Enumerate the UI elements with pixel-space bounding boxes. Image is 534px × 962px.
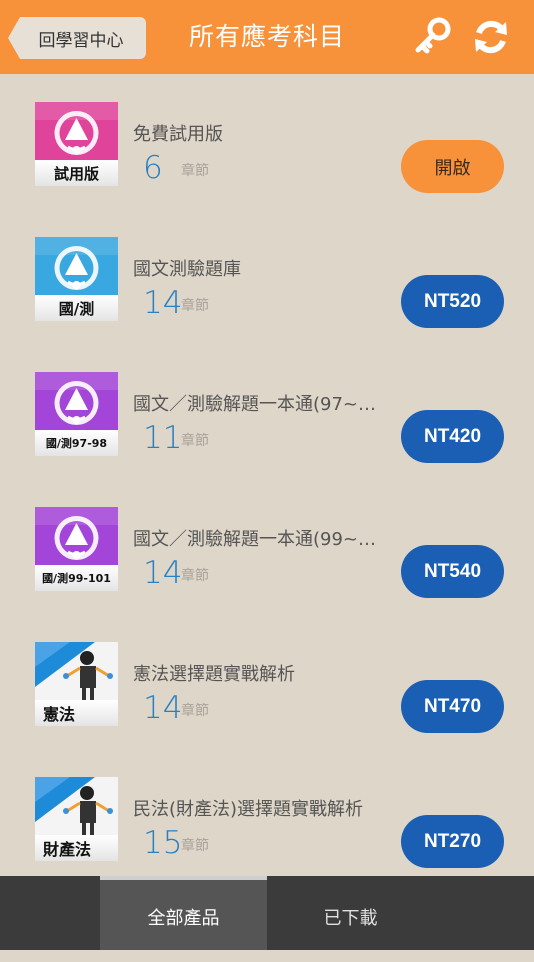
key-icon[interactable] — [412, 16, 454, 58]
product-row[interactable]: 財產法 民法(財產法)選擇題實戰解析 15 章節 NT270 — [0, 749, 534, 884]
refresh-icon[interactable] — [470, 16, 512, 58]
product-thumbnail: 試用版 — [35, 102, 118, 186]
lawyer-figure-icon — [35, 642, 118, 700]
chapter-count: 11 — [143, 420, 183, 456]
chapter-count: 14 — [143, 285, 183, 321]
product-thumbnail: 國/測97-98 — [35, 372, 118, 456]
back-to-learning-center-button[interactable]: 回學習中心 — [8, 17, 146, 59]
product-thumbnail: 財產法 — [35, 777, 118, 861]
product-row[interactable]: 國/測97-98 國文／測驗解題一本通(97~… 11 章節 NT420 — [0, 344, 534, 479]
chapter-count: 15 — [143, 825, 183, 861]
buy-price-button[interactable]: NT470 — [401, 680, 504, 733]
bell-icon — [35, 237, 118, 295]
top-bar: 回學習中心 所有應考科目 — [0, 0, 534, 74]
bell-icon — [35, 507, 118, 565]
page-title: 所有應考科目 — [188, 22, 345, 51]
product-row[interactable]: 國/測 國文測驗題庫 14 章節 NT520 — [0, 209, 534, 344]
product-name: 國文／測驗解題一本通(97~… — [133, 394, 377, 415]
thumbnail-label: 試用版 — [35, 160, 118, 186]
thumbnail-label: 國/測 — [35, 295, 118, 321]
thumbnail-label: 國/測99-101 — [35, 565, 118, 591]
product-row[interactable]: 憲法 憲法選擇題實戰解析 14 章節 NT470 — [0, 614, 534, 749]
thumbnail-label: 憲法 — [35, 700, 118, 726]
open-button[interactable]: 開啟 — [401, 140, 504, 193]
chapter-unit-label: 章節 — [181, 838, 209, 854]
chapter-unit-label: 章節 — [181, 703, 209, 719]
product-name: 民法(財產法)選擇題實戰解析 — [133, 799, 364, 820]
product-name: 國文／測驗解題一本通(99~… — [133, 529, 377, 550]
buy-price-button[interactable]: NT540 — [401, 545, 504, 598]
bell-icon — [35, 102, 118, 160]
product-name: 免費試用版 — [133, 124, 223, 145]
chapter-unit-label: 章節 — [181, 163, 209, 179]
product-row[interactable]: 試用版 免費試用版 6 章節 開啟 — [0, 74, 534, 209]
product-thumbnail: 國/測99-101 — [35, 507, 118, 591]
tab-all-products[interactable]: 全部產品 — [100, 876, 267, 950]
tab-downloaded[interactable]: 已下載 — [267, 876, 434, 950]
bottom-tab-bar: 全部產品 已下載 — [0, 876, 534, 950]
chapter-unit-label: 章節 — [181, 298, 209, 314]
product-thumbnail: 國/測 — [35, 237, 118, 321]
chapter-unit-label: 章節 — [181, 568, 209, 584]
buy-price-button[interactable]: NT420 — [401, 410, 504, 463]
chapter-count: 6 — [143, 150, 163, 186]
chapter-count: 14 — [143, 555, 183, 591]
chapter-count: 14 — [143, 690, 183, 726]
bell-icon — [35, 372, 118, 430]
product-thumbnail: 憲法 — [35, 642, 118, 726]
thumbnail-label: 國/測97-98 — [35, 430, 118, 456]
thumbnail-label: 財產法 — [35, 835, 118, 861]
chapter-unit-label: 章節 — [181, 433, 209, 449]
lawyer-figure-icon — [35, 777, 118, 835]
product-name: 國文測驗題庫 — [133, 259, 241, 280]
product-name: 憲法選擇題實戰解析 — [133, 664, 295, 685]
buy-price-button[interactable]: NT520 — [401, 275, 504, 328]
product-row[interactable]: 國/測99-101 國文／測驗解題一本通(99~… 14 章節 NT540 — [0, 479, 534, 614]
buy-price-button[interactable]: NT270 — [401, 815, 504, 868]
